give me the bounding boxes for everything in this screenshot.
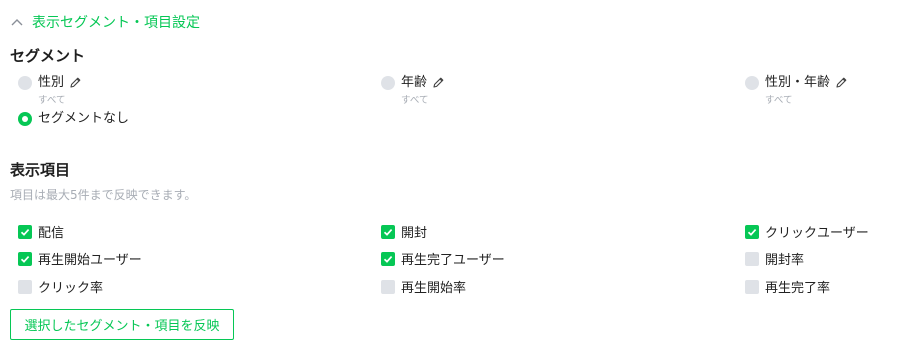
checkbox-label: 再生開始率 — [401, 281, 467, 296]
pencil-icon[interactable] — [432, 76, 445, 89]
checkbox-label: 再生開始ユーザー — [38, 253, 142, 268]
checkbox[interactable] — [745, 251, 759, 266]
checkbox[interactable] — [745, 279, 759, 294]
checkbox-item[interactable]: 開封率 — [745, 249, 804, 268]
segment-option-gender[interactable]: 性別 すべて — [18, 74, 82, 106]
checkbox[interactable] — [381, 224, 395, 239]
segment-option-label: 性別 — [38, 75, 65, 90]
radio-age[interactable] — [381, 76, 395, 90]
segment-option-sub: すべて — [765, 95, 793, 106]
settings-toggle[interactable]: 表示セグメント・項目設定 — [10, 10, 200, 34]
pencil-icon[interactable] — [69, 76, 82, 89]
segment-option-sub: すべて — [38, 95, 66, 106]
segment-option-label: 年齢 — [401, 75, 428, 90]
checkbox-label: 配信 — [38, 226, 65, 241]
segment-option-label: 性別・年齢 — [765, 75, 831, 90]
checkbox-item[interactable]: クリックユーザー — [745, 222, 869, 241]
checkbox-label: 再生完了率 — [765, 281, 831, 296]
checkbox-label: クリック率 — [38, 281, 104, 296]
checkbox-item[interactable]: 再生開始率 — [381, 277, 466, 296]
checkbox-item[interactable]: 再生開始ユーザー — [18, 249, 142, 268]
apply-segment-items-button[interactable]: 選択したセグメント・項目を反映 — [10, 309, 234, 340]
segment-option-gender-age[interactable]: 性別・年齢 すべて — [745, 74, 848, 106]
checkbox[interactable] — [381, 279, 395, 294]
segment-heading: セグメント — [10, 47, 86, 65]
pencil-icon[interactable] — [835, 76, 848, 89]
chevron-up-icon — [10, 15, 24, 29]
segment-option-none[interactable]: セグメントなし — [18, 110, 129, 127]
items-heading: 表示項目 — [10, 161, 71, 179]
checkbox-label: 開封率 — [765, 253, 805, 268]
checkbox-item[interactable]: 配信 — [18, 222, 64, 241]
checkbox[interactable] — [381, 251, 395, 266]
checkbox-item[interactable]: 再生完了率 — [745, 277, 830, 296]
checkbox[interactable] — [18, 224, 32, 239]
radio-none[interactable] — [18, 112, 32, 126]
checkbox-label: 再生完了ユーザー — [401, 253, 505, 268]
checkbox-label: 開封 — [401, 226, 428, 241]
settings-title: 表示セグメント・項目設定 — [32, 15, 200, 31]
segment-option-age[interactable]: 年齢 すべて — [381, 74, 445, 106]
items-note: 項目は最大5件まで反映できます。 — [10, 188, 197, 202]
checkbox-item[interactable]: 開封 — [381, 222, 427, 241]
checkbox-item[interactable]: 再生完了ユーザー — [381, 249, 505, 268]
segment-option-label: セグメントなし — [38, 111, 130, 126]
checkbox-label: クリックユーザー — [765, 226, 869, 241]
checkbox[interactable] — [18, 279, 32, 294]
radio-gender-age[interactable] — [745, 76, 759, 90]
segment-option-sub: すべて — [401, 95, 429, 106]
radio-gender[interactable] — [18, 76, 32, 90]
checkbox-item[interactable]: クリック率 — [18, 277, 103, 296]
checkbox[interactable] — [745, 224, 759, 239]
checkbox[interactable] — [18, 251, 32, 266]
